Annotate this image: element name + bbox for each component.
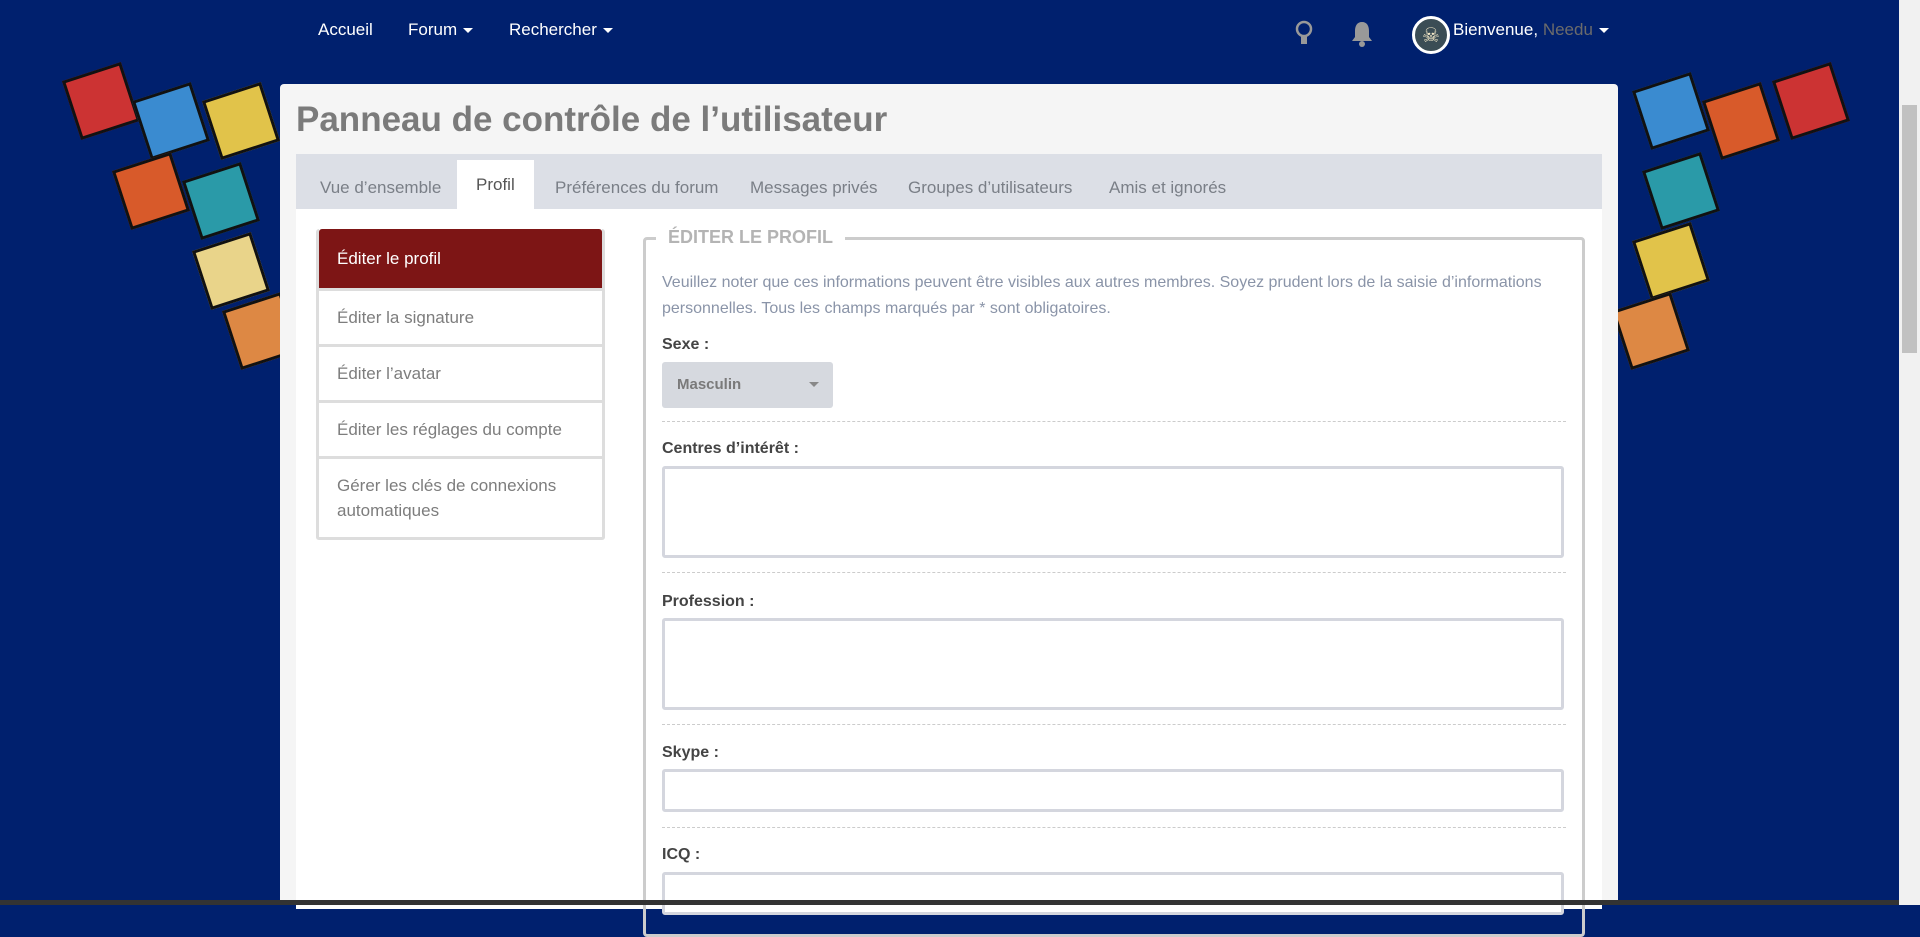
skype-input[interactable] (662, 769, 1564, 812)
nav-forum[interactable]: Forum (408, 20, 474, 40)
page-title: Panneau de contrôle de l’utilisateur (296, 100, 888, 139)
bell-icon[interactable] (1349, 20, 1375, 48)
nav-accueil[interactable]: Accueil (318, 20, 373, 40)
bottom-strip (0, 900, 1899, 905)
chevron-down-icon (463, 28, 474, 34)
scrollbar[interactable] (1899, 0, 1920, 905)
tab-private-messages[interactable]: Messages privés (731, 166, 897, 209)
chevron-down-icon (1598, 28, 1609, 34)
sexe-value: Masculin (677, 376, 742, 393)
privacy-note: Veuillez noter que ces informations peuv… (662, 274, 1542, 317)
divider (662, 724, 1566, 725)
sidebar-item-account-settings[interactable]: Éditer les réglages du compte (319, 400, 602, 456)
tab-user-groups[interactable]: Groupes d’utilisateurs (889, 166, 1091, 209)
tab-profile[interactable]: Profil (457, 160, 534, 209)
sidebar-item-edit-signature[interactable]: Éditer la signature (319, 288, 602, 344)
panel-content: Éditer le profil Éditer la signature Édi… (296, 209, 1602, 937)
interets-textarea[interactable] (662, 466, 1564, 558)
nav-rechercher-label: Rechercher (509, 20, 597, 39)
top-navbar: Accueil Forum Rechercher ☠ Bienvenue, Ne… (0, 0, 1899, 70)
sidebar-item-autologin-keys[interactable]: Gérer les clés de connexions automatique… (319, 456, 602, 537)
interets-label: Centres d’intérêt : (662, 440, 799, 457)
divider (662, 827, 1566, 828)
icq-input[interactable] (662, 872, 1564, 915)
divider (662, 572, 1566, 573)
welcome-text: Bienvenue, (1453, 20, 1539, 39)
edit-profile-fieldset: ÉDITER LE PROFIL Veuillez noter que ces … (643, 227, 1585, 937)
control-panel: Panneau de contrôle de l’utilisateur Vue… (280, 84, 1618, 937)
avatar[interactable]: ☠ (1412, 16, 1450, 54)
lightbulb-icon[interactable] (1295, 20, 1313, 48)
sexe-select[interactable]: Masculin (662, 362, 833, 408)
chevron-down-icon (809, 382, 819, 387)
nav-forum-label: Forum (408, 20, 458, 39)
scrollbar-thumb[interactable] (1902, 105, 1917, 353)
tab-bar: Vue d’ensemble Profil Préférences du for… (296, 154, 1602, 209)
skype-label: Skype : (662, 744, 719, 761)
sexe-label: Sexe : (662, 336, 710, 353)
sidebar-item-edit-profile[interactable]: Éditer le profil (319, 229, 602, 288)
fieldset-legend: ÉDITER LE PROFIL (656, 227, 846, 248)
sidebar-item-edit-avatar[interactable]: Éditer l’avatar (319, 344, 602, 400)
sidebar: Éditer le profil Éditer la signature Édi… (316, 229, 605, 540)
profession-textarea[interactable] (662, 618, 1564, 710)
icq-label: ICQ : (662, 846, 701, 863)
chevron-down-icon (602, 28, 613, 34)
tab-friends-foes[interactable]: Amis et ignorés (1090, 166, 1245, 209)
divider (662, 421, 1566, 422)
tab-forum-preferences[interactable]: Préférences du forum (536, 166, 737, 209)
nav-rechercher[interactable]: Rechercher (509, 20, 613, 40)
user-menu[interactable]: Bienvenue, Needu (1453, 20, 1609, 40)
tab-overview[interactable]: Vue d’ensemble (301, 166, 460, 209)
profession-label: Profession : (662, 593, 755, 610)
username: Needu (1542, 20, 1593, 39)
